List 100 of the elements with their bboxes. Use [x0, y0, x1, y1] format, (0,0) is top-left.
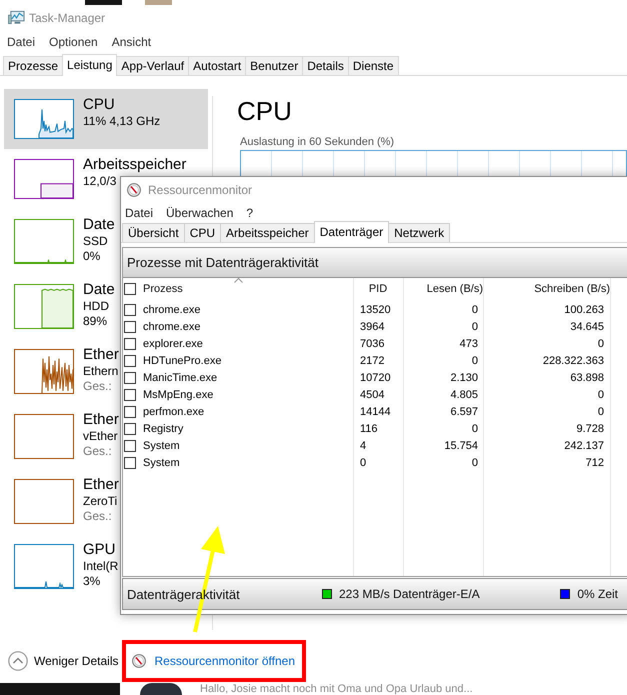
- window-title: Task-Manager: [29, 10, 106, 24]
- section-header[interactable]: Prozesse mit Datenträgeraktivität: [123, 248, 627, 278]
- table-cell-text: 4: [359, 440, 368, 452]
- table-cell-text: 2.130: [449, 372, 479, 384]
- table-cell-text: perfmon.exe: [143, 406, 206, 418]
- table-cell-text: 4.805: [449, 388, 479, 400]
- device-name: Arbeitsspeicher: [83, 156, 186, 174]
- device-detail: Ges.:: [83, 509, 112, 524]
- table-cell-text: ManicTime.exe: [143, 372, 218, 384]
- table-cell-text: 14144: [359, 406, 392, 418]
- table-cell-text: 9.728: [575, 422, 605, 434]
- table-cell-text: 0: [359, 456, 368, 468]
- table-cell-text: 4504: [359, 388, 386, 400]
- table-cell-text: 13520: [359, 304, 392, 316]
- column-header[interactable]: Schreiben (B/s): [483, 278, 610, 299]
- table-cell-text: 15.754: [443, 440, 479, 452]
- menu-item[interactable]: Überwachen: [166, 206, 234, 220]
- row-checkbox[interactable]: [124, 422, 136, 434]
- device-detail: 11% 4,13 GHz: [83, 114, 160, 129]
- sort-caret-icon: [234, 278, 243, 283]
- device-name: Ether: [83, 476, 119, 494]
- table-cell-text: 7036: [359, 338, 386, 350]
- device-detail: 89%: [83, 314, 108, 329]
- table-cell-text: explorer.exe: [143, 338, 204, 350]
- table-cell-text: 0: [470, 456, 479, 468]
- avatar-placeholder: [140, 683, 182, 695]
- column-header[interactable]: PID: [353, 278, 403, 299]
- resource-monitor-link[interactable]: Ressourcenmonitor öffnen: [132, 654, 296, 668]
- table-cell-text: 3964: [359, 320, 386, 332]
- gauge-icon: [132, 654, 146, 668]
- row-checkbox[interactable]: [124, 388, 136, 400]
- row-checkbox[interactable]: [124, 440, 136, 452]
- chart-caption: Auslastung in 60 Sekunden (%): [240, 135, 394, 149]
- sidebar-item[interactable]: CPU 11% 4,13 GHz: [4, 89, 208, 149]
- device-detail: Ges.:: [83, 444, 112, 459]
- device-name: Ether: [83, 346, 119, 364]
- table-cell-text: 0: [596, 388, 605, 400]
- tab[interactable]: Übersicht: [122, 223, 185, 242]
- tab[interactable]: Prozesse: [3, 56, 64, 75]
- table-cell-text: 0: [596, 406, 605, 418]
- window-title: Ressourcenmonitor: [148, 183, 252, 197]
- tab[interactable]: Dienste: [348, 56, 399, 75]
- tab[interactable]: Datenträger: [314, 221, 390, 243]
- device-name: Date: [83, 216, 115, 234]
- table-cell-text: 0: [470, 422, 479, 434]
- table-cell-text: 712: [584, 456, 605, 468]
- column-header[interactable]: Prozess: [143, 278, 353, 299]
- fewer-details-button[interactable]: Weniger Details: [8, 650, 118, 670]
- device-detail: 0%: [83, 249, 100, 264]
- tab[interactable]: App-Verlauf: [116, 56, 190, 75]
- menu-item[interactable]: Optionen: [49, 35, 98, 49]
- row-checkbox[interactable]: [124, 354, 136, 366]
- table-cell-text: 0: [596, 338, 605, 350]
- row-checkbox[interactable]: [124, 304, 136, 316]
- device-detail: Ges.:: [83, 379, 112, 394]
- table-cell-text: 473: [458, 338, 479, 350]
- tab[interactable]: Netzwerk: [388, 223, 450, 242]
- table-cell-text: chrome.exe: [143, 320, 202, 332]
- menu-item[interactable]: Ansicht: [112, 35, 152, 49]
- row-checkbox[interactable]: [124, 372, 136, 384]
- tab[interactable]: CPU: [184, 223, 222, 242]
- device-detail: vEther: [83, 429, 118, 444]
- table-cell-text: 116: [359, 422, 379, 434]
- panel-title: CPU: [237, 96, 292, 126]
- chevron-up-circle-icon: [8, 650, 28, 670]
- device-detail: 3%: [83, 574, 100, 589]
- row-checkbox[interactable]: [124, 338, 136, 350]
- row-checkbox[interactable]: [124, 456, 136, 468]
- tab[interactable]: Autostart: [188, 56, 246, 75]
- menu-item[interactable]: ?: [246, 206, 254, 220]
- row-checkbox[interactable]: [124, 406, 136, 418]
- device-detail: Ethern: [83, 364, 118, 379]
- tab[interactable]: Arbeitsspeicher: [220, 223, 315, 242]
- table-cell-text: 0: [470, 354, 479, 366]
- row-checkbox[interactable]: [124, 320, 136, 332]
- table-cell-text: 228.322.363: [542, 354, 605, 366]
- monitor-graph-icon: [8, 10, 25, 26]
- legend-label: 0% Zeit: [577, 587, 618, 601]
- sidebar-item[interactable]: Ether ZeroTi Ges.:: [4, 469, 208, 534]
- legend-label: 223 MB/s Datenträger-E/A: [339, 587, 480, 601]
- table-cell-text: 2172: [359, 354, 386, 366]
- table-cell-text: Registry: [143, 422, 184, 434]
- column-header[interactable]: Lesen (B/s): [403, 278, 483, 299]
- tab[interactable]: Benutzer: [245, 56, 304, 75]
- select-all-checkbox[interactable]: [124, 282, 136, 294]
- table-cell-text: 6.597: [449, 406, 479, 418]
- table-cell-text: 100.263: [563, 304, 605, 316]
- tab[interactable]: Leistung: [62, 54, 118, 76]
- menu-item[interactable]: Datei: [125, 206, 154, 220]
- device-detail: HDD: [83, 299, 109, 314]
- table-cell-text: 242.137: [563, 440, 605, 452]
- table-cell-text: System: [143, 440, 181, 452]
- gauge-icon: [127, 183, 141, 197]
- table-cell-text: 0: [470, 320, 479, 332]
- table-cell-text: 34.645: [569, 320, 605, 332]
- table-cell-text: 63.898: [569, 372, 605, 384]
- message-preview: Hallo, Josie macht noch mit Oma und Opa Urlaub und...: [200, 683, 473, 695]
- menu-item[interactable]: Datei: [7, 35, 36, 49]
- table-cell-text: 10720: [359, 372, 392, 384]
- tab[interactable]: Details: [302, 56, 349, 75]
